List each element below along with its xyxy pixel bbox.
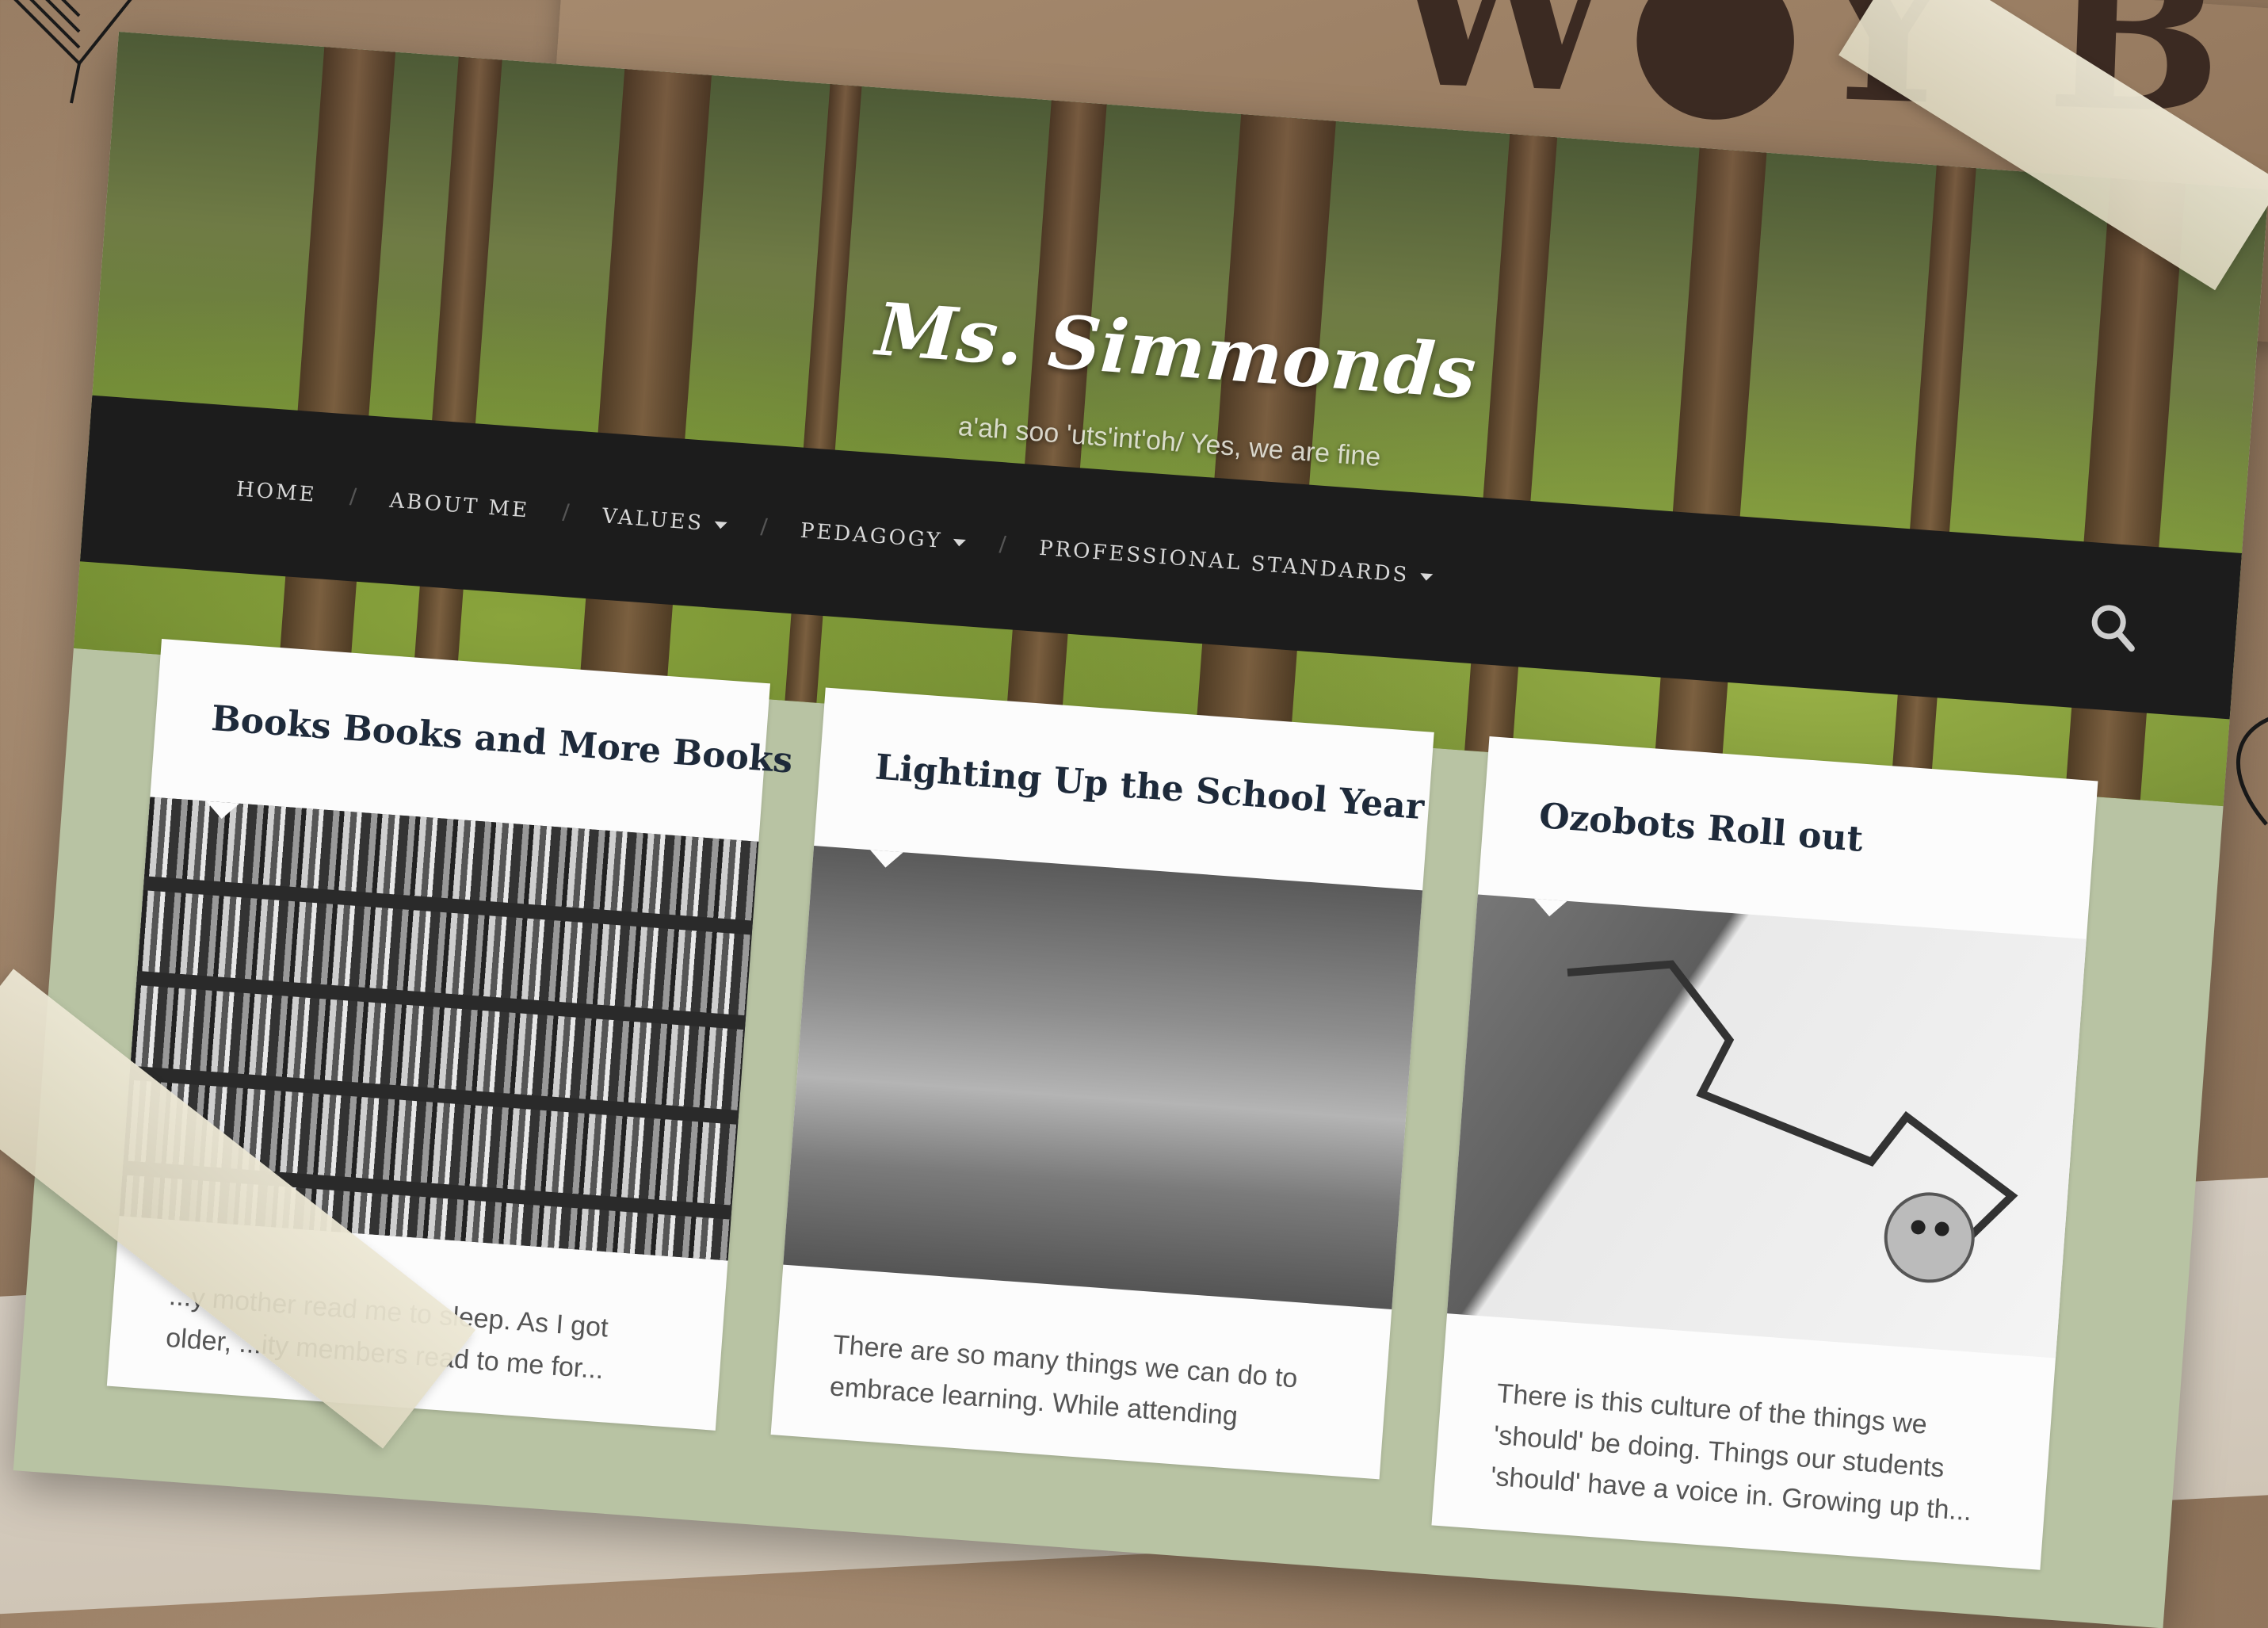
chevron-down-icon xyxy=(953,538,967,547)
nav-item-home[interactable]: HOME xyxy=(86,467,351,510)
ozobot-track-icon xyxy=(1567,960,2018,1283)
nav-item-values[interactable]: VALUES xyxy=(568,502,762,540)
post-image[interactable] xyxy=(783,845,1423,1309)
post-card[interactable]: Lighting Up the School Year There are so… xyxy=(770,687,1434,1480)
nav-item-label: HOME xyxy=(235,477,318,507)
search-icon[interactable] xyxy=(2083,598,2143,657)
nav-item-label: PROFESSIONAL STANDARDS xyxy=(1038,536,1411,588)
chevron-down-icon xyxy=(1419,572,1434,581)
post-card[interactable]: Ozobots Roll out There is this culture o… xyxy=(1431,736,2098,1570)
nav-item-about-me[interactable]: ABOUT ME xyxy=(356,487,563,525)
nav-item-label: VALUES xyxy=(601,504,705,536)
nav-item-professional-standards[interactable]: PROFESSIONAL STANDARDS xyxy=(1005,534,1467,592)
post-image[interactable] xyxy=(1447,894,2087,1359)
nav-item-label: PEDAGOGY xyxy=(799,518,944,553)
chevron-down-icon xyxy=(714,521,728,529)
nav-item-label: ABOUT ME xyxy=(388,488,530,523)
post-excerpt: There is this culture of the things we '… xyxy=(1489,1378,1973,1527)
nav-item-pedagogy[interactable]: PEDAGOGY xyxy=(766,517,1000,557)
